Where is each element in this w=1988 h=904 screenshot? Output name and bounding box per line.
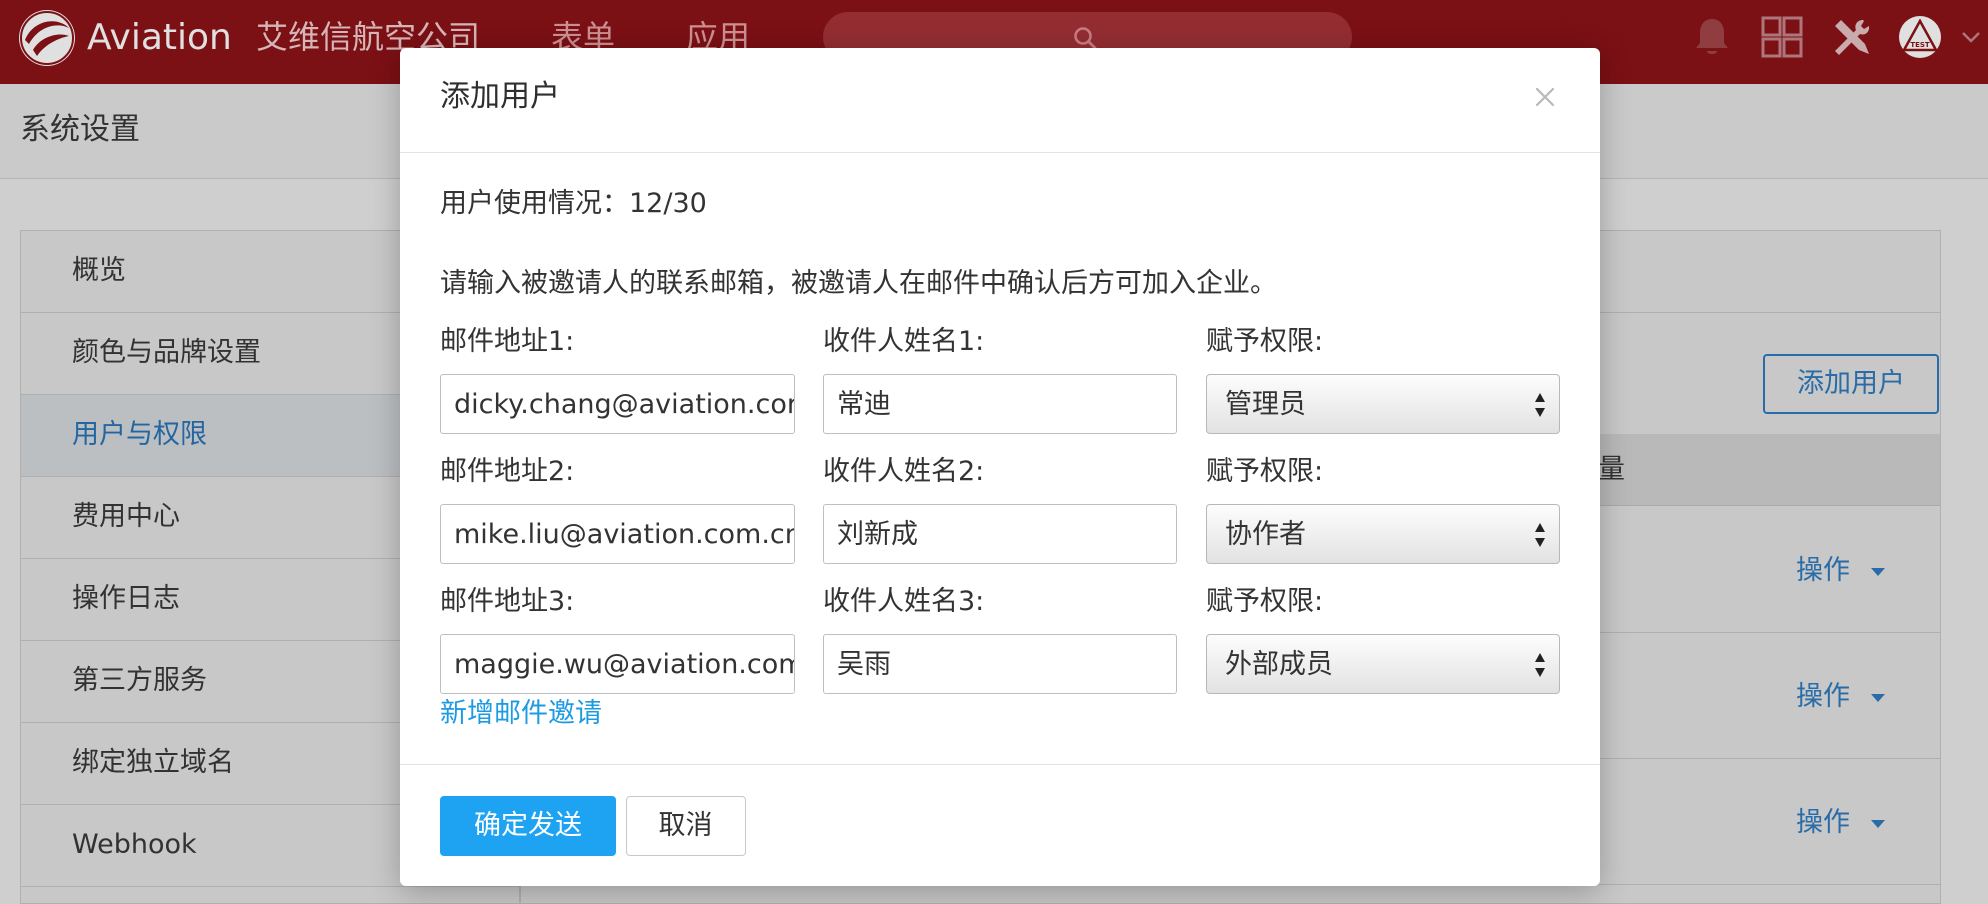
email-input-1[interactable]: dicky.chang@aviation.cor bbox=[440, 374, 795, 434]
email-input-3[interactable]: maggie.wu@aviation.com bbox=[440, 634, 795, 694]
name-input-3[interactable]: 吴雨 bbox=[823, 634, 1177, 694]
role-label-1: 赋予权限: bbox=[1206, 326, 1324, 357]
dialog-title: 添加用户 bbox=[440, 79, 560, 114]
cancel-label: 取消 bbox=[658, 810, 713, 841]
role-label-2: 赋予权限: bbox=[1206, 456, 1324, 487]
name-label-2: 收件人姓名2: bbox=[823, 456, 985, 487]
name-label-3: 收件人姓名3: bbox=[823, 586, 985, 617]
email-input-2[interactable]: mike.liu@aviation.com.cn bbox=[440, 504, 795, 564]
email-label-1: 邮件地址1: bbox=[440, 326, 575, 357]
name-input-2[interactable]: 刘新成 bbox=[823, 504, 1177, 564]
email-label-2: 邮件地址2: bbox=[440, 456, 575, 487]
close-icon[interactable] bbox=[1530, 82, 1560, 112]
name-label-1: 收件人姓名1: bbox=[823, 326, 985, 357]
cancel-button[interactable]: 取消 bbox=[626, 796, 746, 856]
role-label-3: 赋予权限: bbox=[1206, 586, 1324, 617]
select-arrows-icon bbox=[1533, 520, 1547, 550]
dialog-header-divider bbox=[400, 152, 1600, 153]
confirm-send-button[interactable]: 确定发送 bbox=[440, 796, 616, 856]
role-select-1[interactable]: 管理员 bbox=[1206, 374, 1560, 434]
add-email-invite-link[interactable]: 新增邮件邀请 bbox=[440, 694, 602, 734]
name-input-1[interactable]: 常迪 bbox=[823, 374, 1177, 434]
role-select-3[interactable]: 外部成员 bbox=[1206, 634, 1560, 694]
select-arrows-icon bbox=[1533, 650, 1547, 680]
invite-instruction: 请输入被邀请人的联系邮箱，被邀请人在邮件中确认后方可加入企业。 bbox=[440, 268, 1277, 299]
dialog-footer-divider bbox=[400, 764, 1600, 765]
add-user-dialog: 添加用户 用户使用情况：12/30 请输入被邀请人的联系邮箱，被邀请人在邮件中确… bbox=[400, 48, 1600, 886]
select-arrows-icon bbox=[1533, 390, 1547, 420]
confirm-send-label: 确定发送 bbox=[474, 810, 582, 841]
email-label-3: 邮件地址3: bbox=[440, 586, 575, 617]
user-usage-text: 用户使用情况：12/30 bbox=[440, 188, 707, 219]
role-select-2[interactable]: 协作者 bbox=[1206, 504, 1560, 564]
